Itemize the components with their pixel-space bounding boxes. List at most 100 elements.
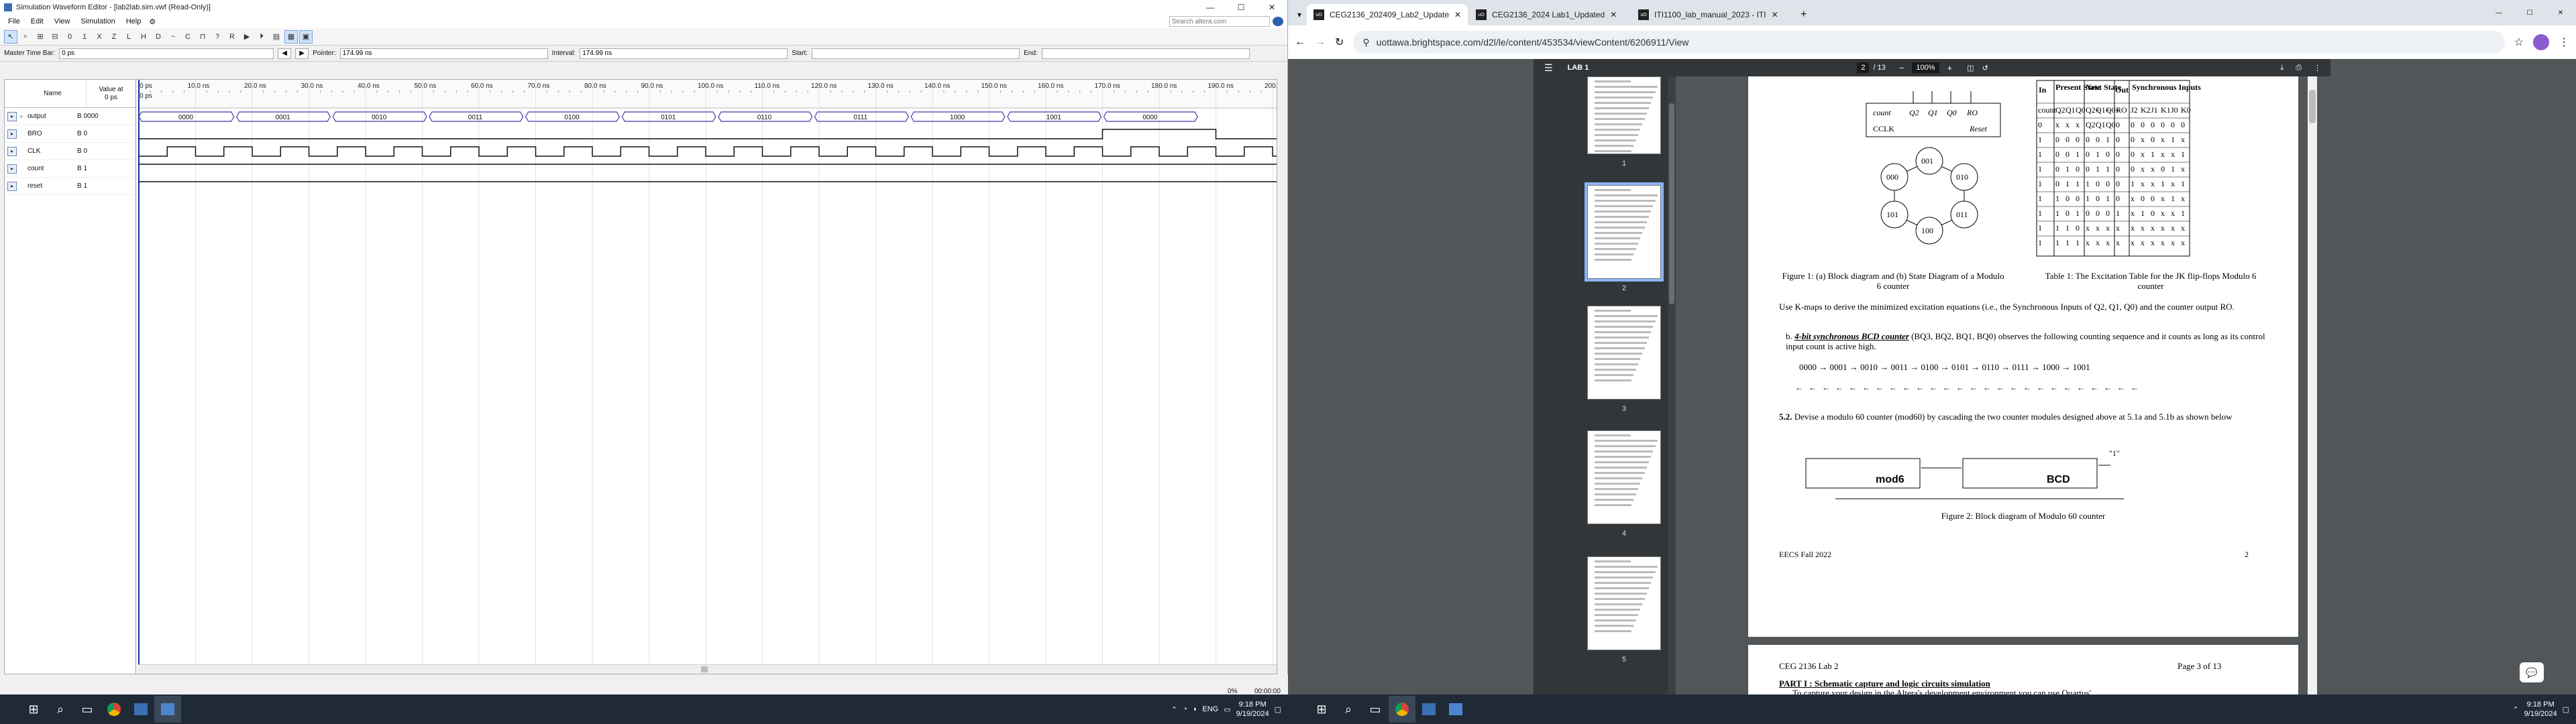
tray-wifi-icon[interactable]: ◔ — [1183, 705, 1187, 713]
end-input[interactable] — [1041, 48, 1250, 59]
print-icon[interactable]: ⎙ — [2296, 64, 2302, 72]
search-icon[interactable]: ⌕ — [1335, 696, 1362, 723]
scroll-thumb[interactable] — [701, 666, 708, 672]
signal-row-count[interactable]: ▸ count B 1 — [5, 160, 136, 178]
unknown-value-icon[interactable]: X — [93, 30, 106, 44]
tab-close-icon[interactable]: ✕ — [1454, 10, 1461, 19]
functional-sim-icon[interactable]: ▶ — [240, 30, 254, 44]
name-column-header[interactable]: Name — [19, 80, 87, 107]
weak-low-icon[interactable]: L — [122, 30, 136, 44]
close-icon[interactable]: ✕ — [1256, 0, 1287, 15]
expand-icon[interactable]: > — [19, 113, 26, 120]
pointer-input[interactable] — [339, 48, 548, 59]
prev-transition-button[interactable]: ◀ — [278, 48, 292, 59]
fit-page-icon[interactable]: ◫ — [1967, 64, 1974, 72]
forward-icon[interactable]: → — [1315, 36, 1326, 48]
chat-icon[interactable]: 💬 — [2520, 662, 2544, 682]
bookmark-star-icon[interactable]: ☆ — [2514, 36, 2524, 49]
master-time-input[interactable] — [59, 48, 274, 59]
rotate-icon[interactable]: ↺ — [1982, 64, 1988, 72]
pdf-more-icon[interactable]: ⋮ — [2314, 64, 2321, 72]
site-info-icon[interactable]: ⚲ — [1362, 37, 1369, 48]
tab-close-icon[interactable]: ✕ — [1610, 10, 1617, 19]
minimize-icon[interactable]: — — [2483, 9, 2514, 17]
profile-avatar[interactable] — [2533, 34, 2549, 50]
menu-simulation[interactable]: Simulation — [75, 17, 120, 25]
netlist-icon[interactable]: ▤ — [270, 30, 283, 44]
page-thumbnail-2[interactable] — [1585, 182, 1664, 282]
chrome-icon[interactable] — [1389, 696, 1415, 723]
menu-view[interactable]: View — [49, 17, 76, 25]
grid-icon[interactable]: ▣ — [299, 29, 313, 44]
reload-icon[interactable]: ↻ — [1335, 36, 1344, 49]
tab-ceg2136-lab2[interactable]: uO CEG2136_202409_Lab2_Update ✕ — [1307, 4, 1468, 25]
maximize-icon[interactable]: ☐ — [1226, 0, 1256, 15]
invert-icon[interactable]: ~ — [166, 30, 180, 44]
close-icon[interactable]: ✕ — [2545, 9, 2576, 17]
download-icon[interactable]: ⤓ — [2280, 64, 2284, 72]
waveform-view-icon[interactable]: ▦ — [284, 29, 298, 44]
menu-edit[interactable]: Edit — [25, 17, 49, 25]
menu-file[interactable]: File — [3, 17, 25, 25]
tab-close-icon[interactable]: ✕ — [1772, 10, 1778, 19]
tray-network-icon[interactable]: ⌃ — [1171, 705, 1177, 714]
dont-care-icon[interactable]: D — [152, 30, 165, 44]
forcing-high-icon[interactable]: 1 — [78, 30, 91, 44]
thumbnail-scrollbar[interactable] — [1668, 76, 1676, 695]
interval-input[interactable] — [580, 48, 788, 59]
windows-start-icon[interactable]: ⊞ — [1308, 696, 1335, 723]
signal-row-CLK[interactable]: ▸ CLK B 0 — [5, 143, 136, 160]
page-thumbnail-4[interactable] — [1587, 430, 1661, 524]
tab-iti1100-manual[interactable]: uO ITI1100_lab_manual_2023 - ITI ✕ — [1631, 4, 1792, 25]
value-column-header[interactable]: Value at 0 ps — [87, 80, 136, 107]
pdf-menu-icon[interactable]: ☰ — [1544, 62, 1553, 74]
tray-lang[interactable]: ENG — [1202, 705, 1218, 713]
notification-icon[interactable]: ▢ — [2563, 705, 2569, 714]
url-field[interactable]: ⚲ uottawa.brightspace.com/d2l/le/content… — [1353, 31, 2505, 54]
search-input[interactable] — [1169, 16, 1270, 27]
signal-row-output[interactable]: ▸ > output B 0000 — [5, 108, 136, 125]
clock-left[interactable]: 9:18 PM 9/19/2024 — [1236, 700, 1269, 719]
forcing-low-icon[interactable]: 0 — [63, 30, 76, 44]
overwrite-clock-icon[interactable]: ⊓ — [196, 30, 209, 44]
page-number-input[interactable]: 2 — [1857, 62, 1870, 73]
signal-row-BRO[interactable]: ▸ BRO B 0 — [5, 125, 136, 143]
tray-battery-icon[interactable]: ▭ — [1224, 705, 1230, 714]
new-tab-icon[interactable]: + — [1794, 4, 1813, 25]
zoom-value[interactable]: 100% — [1912, 62, 1939, 73]
clock-right[interactable]: 9:18 PM 9/19/2024 — [2524, 700, 2557, 719]
notification-icon[interactable]: ▢ — [1275, 705, 1281, 714]
thumbnail-scroll-thumb[interactable] — [1669, 103, 1674, 304]
quartus-icon[interactable] — [1415, 696, 1442, 723]
search-icon[interactable]: ⌕ — [47, 696, 74, 723]
count-value-icon[interactable]: C — [181, 30, 195, 44]
random-value-icon[interactable]: R — [225, 30, 239, 44]
selection-tool-icon[interactable]: ↖ — [4, 29, 17, 44]
arbitrary-value-icon[interactable]: ? — [211, 30, 224, 44]
page-thumbnail-5[interactable] — [1587, 556, 1661, 650]
minimize-icon[interactable]: — — [1195, 0, 1226, 15]
tray-volume-icon[interactable]: ◖ — [1193, 705, 1197, 713]
weak-high-icon[interactable]: H — [137, 30, 150, 44]
windows-start-icon[interactable]: ⊞ — [20, 696, 47, 723]
task-view-icon[interactable]: ▭ — [74, 696, 101, 723]
quartus-sim-icon[interactable] — [1442, 696, 1469, 723]
quartus-icon[interactable] — [127, 696, 154, 723]
node-finder-icon[interactable]: ⊞ — [34, 30, 47, 44]
pdf-scrollbar[interactable] — [2308, 76, 2317, 695]
zoom-in-icon[interactable]: + — [1947, 63, 1953, 73]
zoom-tool-icon[interactable]: ⌕ — [19, 30, 32, 44]
tray-network-icon[interactable]: ⌃ — [2512, 705, 2518, 714]
help-icon[interactable]: ⚙ — [146, 17, 158, 26]
page-thumbnail-3[interactable] — [1587, 306, 1661, 400]
zoom-out-icon[interactable]: − — [1899, 63, 1904, 73]
page-thumbnail-1[interactable] — [1587, 76, 1661, 154]
waveform-canvas[interactable]: 0 ps 0 ps 10.0 ns 20.0 ns 30.0 ns 40.0 ns 50.0… — [138, 80, 1277, 674]
signal-row-reset[interactable]: ▸ reset B 1 — [5, 178, 136, 195]
globe-icon[interactable] — [1273, 17, 1283, 26]
start-input[interactable] — [812, 48, 1020, 59]
back-icon[interactable]: ← — [1295, 36, 1305, 48]
tab-list-icon[interactable]: ▾ — [1293, 4, 1305, 25]
next-transition-button[interactable]: ▶ — [295, 48, 309, 59]
horizontal-scrollbar[interactable] — [138, 664, 1277, 674]
